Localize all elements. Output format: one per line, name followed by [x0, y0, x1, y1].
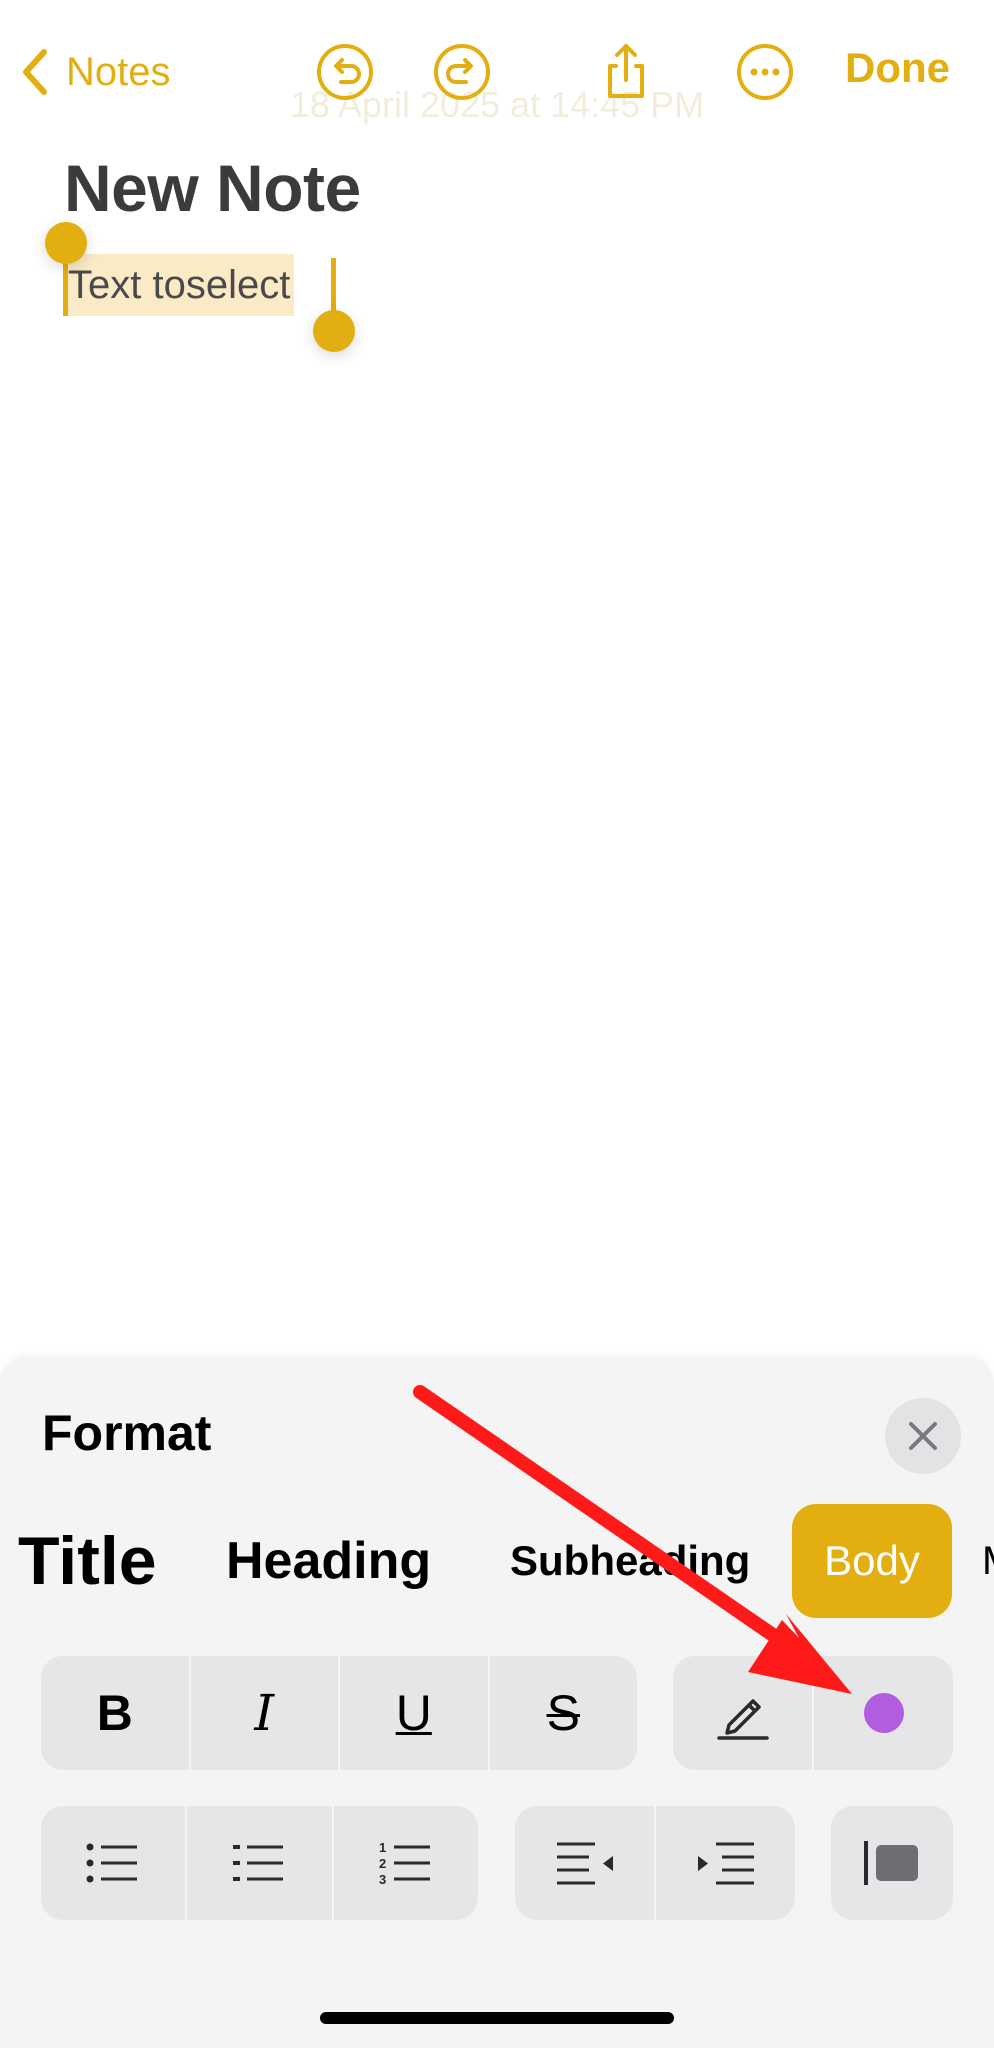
- outdent-button[interactable]: [515, 1806, 654, 1920]
- color-group: [673, 1656, 953, 1770]
- share-button[interactable]: [594, 40, 658, 104]
- pencil-highlight-icon: [716, 1699, 769, 1740]
- undo-icon: [317, 44, 373, 100]
- dashed-list-icon: [233, 1845, 284, 1881]
- block-quote-button[interactable]: [831, 1806, 953, 1920]
- text-color-button[interactable]: [812, 1656, 953, 1770]
- dashed-list-button[interactable]: [185, 1806, 331, 1920]
- redo-button[interactable]: [430, 40, 494, 104]
- share-icon: [608, 44, 644, 98]
- text-color-swatch: [863, 1693, 904, 1733]
- bulleted-list-button[interactable]: [41, 1806, 185, 1920]
- block-quote-group: [831, 1806, 953, 1920]
- close-icon: [909, 1422, 937, 1450]
- selection-start-handle[interactable]: [45, 222, 87, 264]
- strikethrough-button[interactable]: S: [487, 1656, 638, 1770]
- style-subheading[interactable]: Subheading: [510, 1504, 750, 1618]
- svg-text:3: 3: [379, 1872, 386, 1887]
- more-button[interactable]: [733, 40, 797, 104]
- done-button[interactable]: Done: [845, 44, 950, 92]
- svg-text:1: 1: [379, 1840, 386, 1855]
- selection-end-handle[interactable]: [313, 310, 355, 352]
- close-format-button[interactable]: [885, 1398, 961, 1474]
- ellipsis-circle-icon: [737, 44, 793, 100]
- bulleted-list-icon: [86, 1843, 138, 1883]
- format-sheet-title: Format: [42, 1405, 212, 1461]
- indent-icon: [697, 1842, 754, 1885]
- underline-button[interactable]: U: [338, 1656, 488, 1770]
- outdent-icon: [556, 1842, 613, 1885]
- numbered-list-button[interactable]: 1 2 3: [331, 1806, 478, 1920]
- paragraph-style-row: Title Heading Subheading Body M: [0, 1504, 994, 1618]
- svg-text:2: 2: [379, 1856, 386, 1871]
- selected-text-part2: select: [185, 262, 291, 307]
- highlight-button[interactable]: [673, 1656, 812, 1770]
- strikethrough-label: S: [546, 1685, 580, 1741]
- numbered-list-icon: 1 2 3: [379, 1840, 430, 1887]
- style-monostyled[interactable]: M: [982, 1504, 994, 1618]
- home-indicator: [320, 2012, 674, 2024]
- redo-icon: [434, 44, 490, 100]
- undo-button[interactable]: [313, 40, 377, 104]
- text-style-group: B I U S: [41, 1656, 637, 1770]
- block-quote-icon: [864, 1841, 918, 1885]
- style-title[interactable]: Title: [18, 1504, 157, 1618]
- bold-label: B: [96, 1685, 133, 1741]
- italic-label: I: [254, 1684, 275, 1742]
- selected-text-part1: Text to: [68, 262, 186, 307]
- note-title[interactable]: New Note: [64, 150, 361, 226]
- style-heading[interactable]: Heading: [226, 1504, 431, 1618]
- list-style-group: 1 2 3: [41, 1806, 478, 1920]
- indent-group: [515, 1806, 795, 1920]
- indent-button[interactable]: [654, 1806, 795, 1920]
- underline-label: U: [395, 1685, 432, 1741]
- selected-text[interactable]: Text to select: [64, 254, 295, 316]
- italic-button[interactable]: I: [188, 1656, 339, 1770]
- style-body[interactable]: Body: [792, 1504, 952, 1618]
- bold-button[interactable]: B: [41, 1656, 189, 1770]
